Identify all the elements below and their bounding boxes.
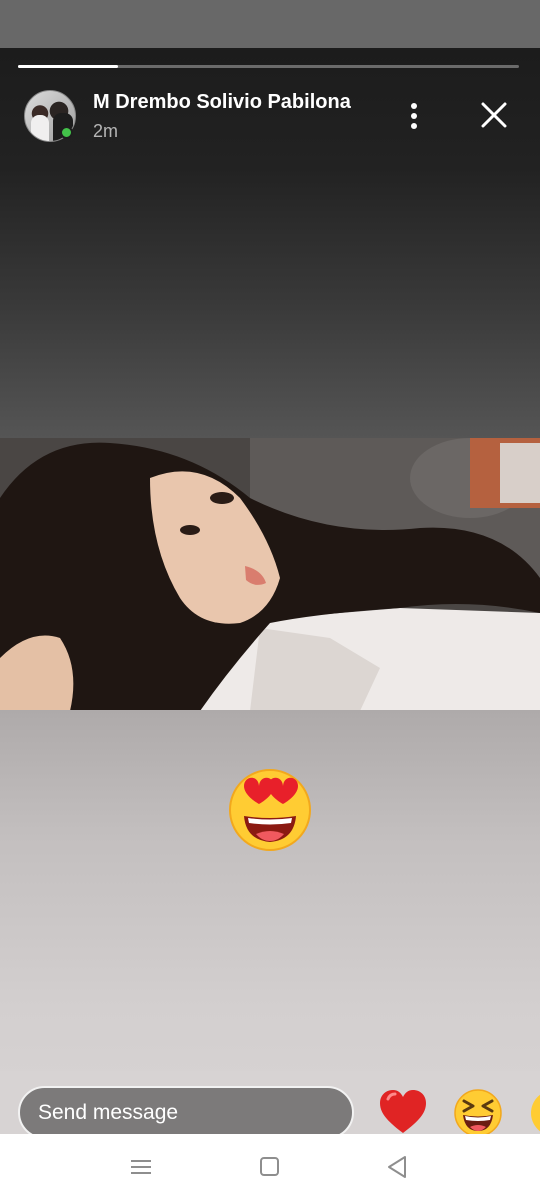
heart-reaction-button[interactable] — [377, 1087, 429, 1134]
system-nav-bar — [0, 1134, 540, 1200]
heart-icon — [380, 1090, 426, 1133]
back-triangle-icon — [388, 1156, 406, 1178]
more-vertical-icon — [411, 103, 417, 109]
close-button[interactable] — [474, 96, 514, 136]
home-nav-button[interactable] — [255, 1154, 285, 1180]
home-square-icon — [260, 1157, 279, 1176]
partial-reaction-button[interactable] — [528, 1087, 540, 1134]
story-progress-bar — [18, 65, 519, 68]
reply-bar: Send message — [0, 1071, 540, 1134]
story-timestamp: 2m — [93, 121, 119, 141]
status-bar — [0, 0, 540, 48]
back-nav-button[interactable] — [383, 1154, 413, 1180]
menu-icon — [131, 1160, 151, 1174]
send-message-input[interactable]: Send message — [18, 1086, 354, 1134]
more-options-button[interactable] — [400, 98, 428, 134]
laughing-reaction-button[interactable] — [452, 1087, 504, 1134]
story-progress-fill — [18, 65, 119, 68]
menu-nav-button[interactable] — [126, 1154, 156, 1180]
heart-eyes-emoji[interactable] — [222, 760, 318, 856]
story-username[interactable]: M Drembo Solivio Pabilona — [93, 91, 351, 114]
online-status-indicator — [60, 126, 73, 139]
laughing-emoji-icon — [454, 1089, 502, 1134]
close-icon — [481, 102, 507, 128]
story-photo — [0, 438, 540, 711]
story-viewer[interactable]: M Drembo Solivio Pabilona 2m Send messag… — [0, 48, 540, 1134]
